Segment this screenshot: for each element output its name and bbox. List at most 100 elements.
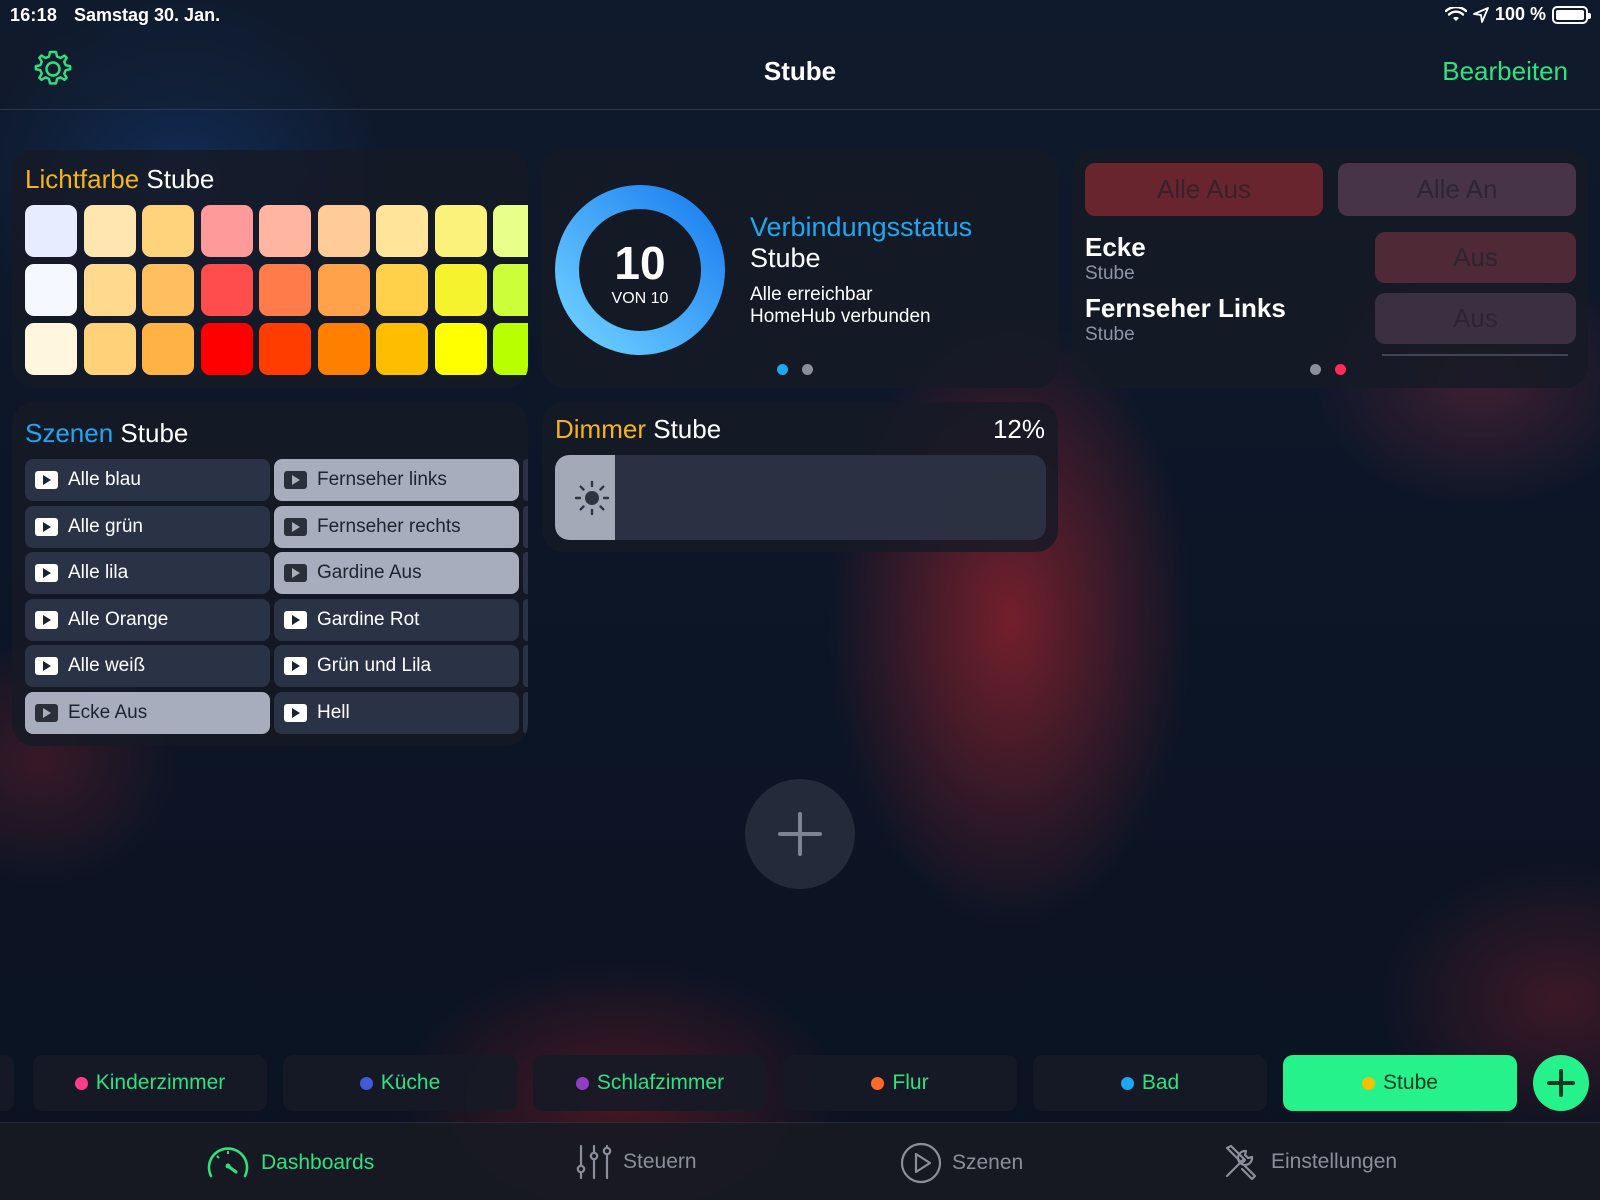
connection-line2: HomeHub verbunden	[750, 306, 931, 327]
color-swatch[interactable]	[259, 323, 311, 375]
room-tab[interactable]: Flur	[783, 1055, 1017, 1111]
color-swatch[interactable]	[434, 264, 487, 316]
scene-button[interactable]: Alle grün	[25, 505, 270, 548]
color-swatch[interactable]	[200, 205, 253, 257]
page-dot-1[interactable]	[1310, 364, 1321, 375]
color-swatch[interactable]	[493, 205, 528, 257]
scene-button[interactable]: Alle lila	[25, 552, 270, 594]
scene-button-partial	[523, 645, 528, 687]
color-swatch[interactable]	[142, 205, 194, 257]
room-tab-label: Bad	[1141, 1071, 1180, 1094]
scene-button[interactable]: Fernseher rechts	[274, 505, 519, 548]
color-swatch[interactable]	[259, 264, 311, 316]
all-on-button[interactable]: Alle An	[1338, 163, 1576, 216]
device-toggle-fernseher-links[interactable]: Aus	[1375, 293, 1576, 344]
color-swatch[interactable]	[83, 205, 136, 257]
scene-button[interactable]: Alle blau	[25, 459, 270, 501]
color-swatch[interactable]	[259, 205, 311, 257]
play-icon	[35, 564, 58, 582]
page-dot-2[interactable]	[802, 364, 813, 375]
scene-button[interactable]: Alle Orange	[25, 598, 270, 641]
room-tab[interactable]: Bad	[1033, 1055, 1267, 1111]
plus-icon	[1547, 1069, 1575, 1097]
scene-label: Alle lila	[68, 562, 129, 583]
scene-label: Grün und Lila	[317, 655, 432, 676]
room-tab[interactable]: Schlafzimmer	[533, 1055, 767, 1111]
color-swatch[interactable]	[25, 323, 77, 375]
scene-button[interactable]: Hell	[274, 691, 519, 734]
play-icon	[35, 703, 58, 722]
switches-card: Alle Aus Alle An Ecke Stube Aus Fernsehe…	[1072, 150, 1588, 388]
color-swatch[interactable]	[376, 264, 428, 316]
scene-button-partial	[523, 505, 528, 548]
color-swatch[interactable]	[142, 323, 194, 375]
scene-button[interactable]: Gardine Rot	[274, 598, 519, 641]
play-circle-icon	[900, 1142, 942, 1184]
color-swatch[interactable]	[83, 264, 136, 316]
sliders-icon	[576, 1144, 612, 1180]
color-swatch[interactable]	[200, 264, 253, 316]
color-swatch[interactable]	[493, 264, 528, 316]
page-dot-1[interactable]	[777, 364, 788, 375]
dimmer-title-accent: Dimmer	[555, 414, 646, 444]
color-swatch[interactable]	[25, 264, 77, 316]
room-tab[interactable]: Kinderzimmer	[33, 1055, 267, 1111]
play-icon	[284, 564, 307, 582]
tab-szenen[interactable]: Szenen	[900, 1142, 1023, 1184]
play-icon	[35, 610, 58, 629]
scene-button-partial	[523, 459, 528, 501]
room-tab[interactable]: Stube	[1283, 1055, 1517, 1111]
color-swatch[interactable]	[142, 264, 194, 316]
scene-button[interactable]: Alle weiß	[25, 645, 270, 687]
scene-button[interactable]: Grün und Lila	[274, 645, 519, 687]
color-swatch[interactable]	[317, 205, 370, 257]
tab-einstellungen[interactable]: Einstellungen	[1221, 1142, 1397, 1182]
all-off-button[interactable]: Alle Aus	[1085, 163, 1323, 216]
device-toggle-ecke[interactable]: Aus	[1375, 232, 1576, 283]
dimmer-title-room: Stube	[653, 414, 722, 444]
scene-button[interactable]: Ecke Aus	[25, 691, 270, 734]
color-swatch[interactable]	[434, 323, 487, 375]
connection-room: Stube	[750, 243, 821, 273]
color-swatch[interactable]	[317, 323, 370, 375]
play-icon	[35, 517, 58, 536]
play-icon	[35, 657, 58, 675]
room-tab-label: Kinderzimmer	[95, 1071, 226, 1094]
room-color-dot	[871, 1076, 885, 1090]
color-swatch[interactable]	[434, 205, 487, 257]
color-swatch[interactable]	[83, 323, 136, 375]
device-room-fernseher-links: Stube	[1085, 324, 1135, 345]
color-swatch[interactable]	[200, 323, 253, 375]
connection-title: Verbindungsstatus	[750, 212, 973, 242]
scene-label: Ecke Aus	[68, 701, 148, 723]
color-swatch[interactable]	[376, 205, 428, 257]
location-arrow-icon	[1473, 6, 1489, 23]
tab-einstellungen-label: Einstellungen	[1271, 1150, 1398, 1173]
page-dot-2[interactable]	[1335, 364, 1346, 375]
dimmer-title: Dimmer Stube	[555, 414, 721, 445]
add-widget-button[interactable]	[745, 779, 855, 889]
scene-button[interactable]: Gardine Aus	[274, 552, 519, 594]
play-icon	[284, 703, 307, 722]
room-tab[interactable]: Küche	[283, 1055, 517, 1111]
scene-label: Gardine Rot	[317, 608, 420, 630]
room-tab-label: Flur	[892, 1071, 929, 1094]
play-icon	[284, 657, 307, 675]
color-swatch[interactable]	[317, 264, 370, 316]
room-tab-label: Stube	[1383, 1071, 1438, 1094]
tab-steuern[interactable]: Steuern	[575, 1142, 697, 1182]
edit-button[interactable]: Bearbeiten	[1442, 56, 1568, 87]
scene-label: Fernseher rechts	[317, 515, 461, 537]
dimmer-slider[interactable]	[555, 455, 1046, 540]
connection-status-card: 10 VON 10 Verbindungsstatus Stube Alle e…	[542, 150, 1058, 388]
color-swatch[interactable]	[493, 323, 528, 375]
scene-button[interactable]: Fernseher links	[274, 459, 519, 501]
device-name-ecke: Ecke	[1085, 232, 1146, 262]
connection-count: 10	[614, 237, 666, 289]
dimmer-value: 12%	[992, 414, 1045, 444]
color-swatch[interactable]	[25, 205, 77, 257]
color-swatch[interactable]	[376, 323, 428, 375]
dimmer-card: Dimmer Stube 12%	[542, 402, 1058, 552]
tab-dashboards[interactable]: Dashboards	[205, 1142, 374, 1184]
add-room-button[interactable]	[1533, 1055, 1589, 1111]
